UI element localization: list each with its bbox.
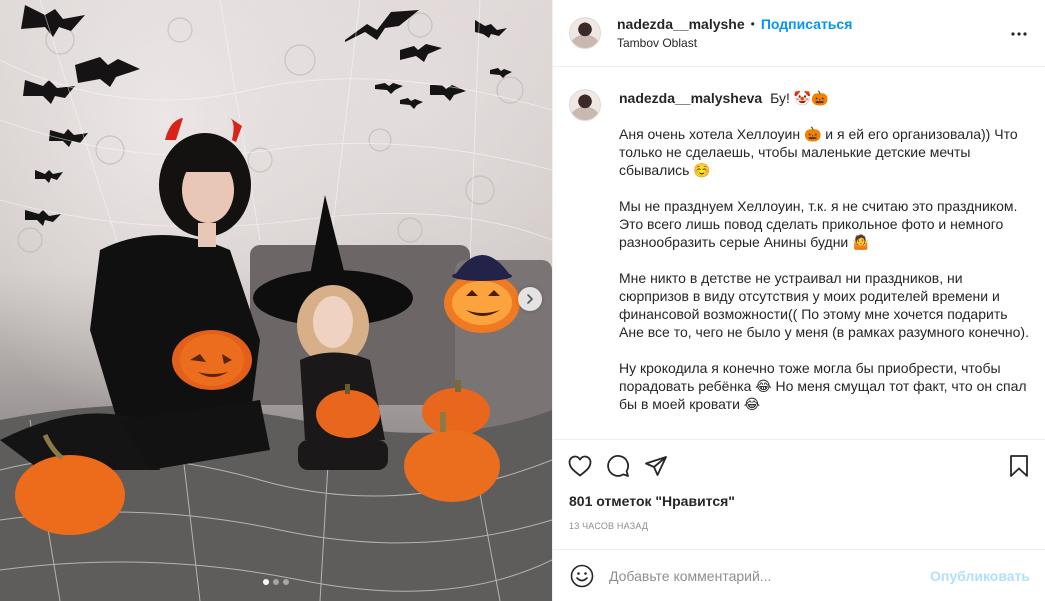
author-info: nadezda__malyshe • Подписаться Tambov Ob… xyxy=(617,16,852,50)
share-button[interactable] xyxy=(643,453,669,479)
comment-icon xyxy=(607,455,629,477)
caption-paragraph: Ну крокодила я конечно тоже могла бы при… xyxy=(619,360,1027,412)
comment-input[interactable] xyxy=(609,567,931,584)
likes-count[interactable]: 801 отметок "Нравится" xyxy=(553,493,1045,509)
carousel-next-button[interactable] xyxy=(518,287,542,311)
carousel-dot-active xyxy=(263,579,269,585)
caption-author-avatar[interactable] xyxy=(569,89,601,121)
post-photo[interactable] xyxy=(0,0,552,601)
caption-paragraph: Мне никто в детстве не устраивал ни праз… xyxy=(619,270,1029,340)
post-details-panel: nadezda__malyshe • Подписаться Tambov Ob… xyxy=(552,0,1045,601)
header-separator: • xyxy=(750,17,755,31)
publish-comment-button[interactable]: Опубликовать xyxy=(930,568,1030,584)
post-timestamp[interactable]: 13 часов назад xyxy=(553,521,1045,531)
heart-icon xyxy=(568,455,592,477)
comments-section: nadezda__malysheva Бу! 🤡🎃 Аня очень хоте… xyxy=(553,67,1045,439)
caption-author-username[interactable]: nadezda__malysheva xyxy=(619,90,762,106)
author-username[interactable]: nadezda__malyshe xyxy=(617,16,745,32)
emoji-icon xyxy=(570,564,594,587)
comment-button[interactable] xyxy=(605,453,631,479)
carousel-indicator xyxy=(0,579,552,585)
chevron-right-icon xyxy=(527,294,533,304)
share-icon xyxy=(645,456,667,476)
add-comment-bar: Опубликовать xyxy=(553,549,1045,601)
caption-paragraph: Аня очень хотела Хеллоуин 🎃 и я ей его о… xyxy=(619,126,1018,178)
follow-button[interactable]: Подписаться xyxy=(761,16,853,32)
post-header: nadezda__malyshe • Подписаться Tambov Ob… xyxy=(553,0,1045,67)
caption-paragraph: Мы не празднуем Хеллоуин, т.к. я не счит… xyxy=(619,198,1018,250)
post-location[interactable]: Tambov Oblast xyxy=(617,36,852,50)
author-avatar[interactable] xyxy=(569,17,601,49)
action-icons xyxy=(553,440,1045,492)
caption-body: nadezda__malysheva Бу! 🤡🎃 Аня очень хоте… xyxy=(619,89,1030,413)
carousel-dot xyxy=(283,579,289,585)
caption-title: Бу! 🤡🎃 xyxy=(770,90,829,106)
more-options-icon xyxy=(1011,32,1027,36)
carousel-dot xyxy=(273,579,279,585)
emoji-button[interactable] xyxy=(569,563,595,589)
caption: nadezda__malysheva Бу! 🤡🎃 Аня очень хоте… xyxy=(569,89,1030,413)
more-options-button[interactable] xyxy=(1009,24,1029,44)
halloween-photo-illustration xyxy=(0,0,552,601)
save-button[interactable] xyxy=(1006,453,1032,479)
like-button[interactable] xyxy=(567,453,593,479)
bookmark-icon xyxy=(1010,455,1028,477)
